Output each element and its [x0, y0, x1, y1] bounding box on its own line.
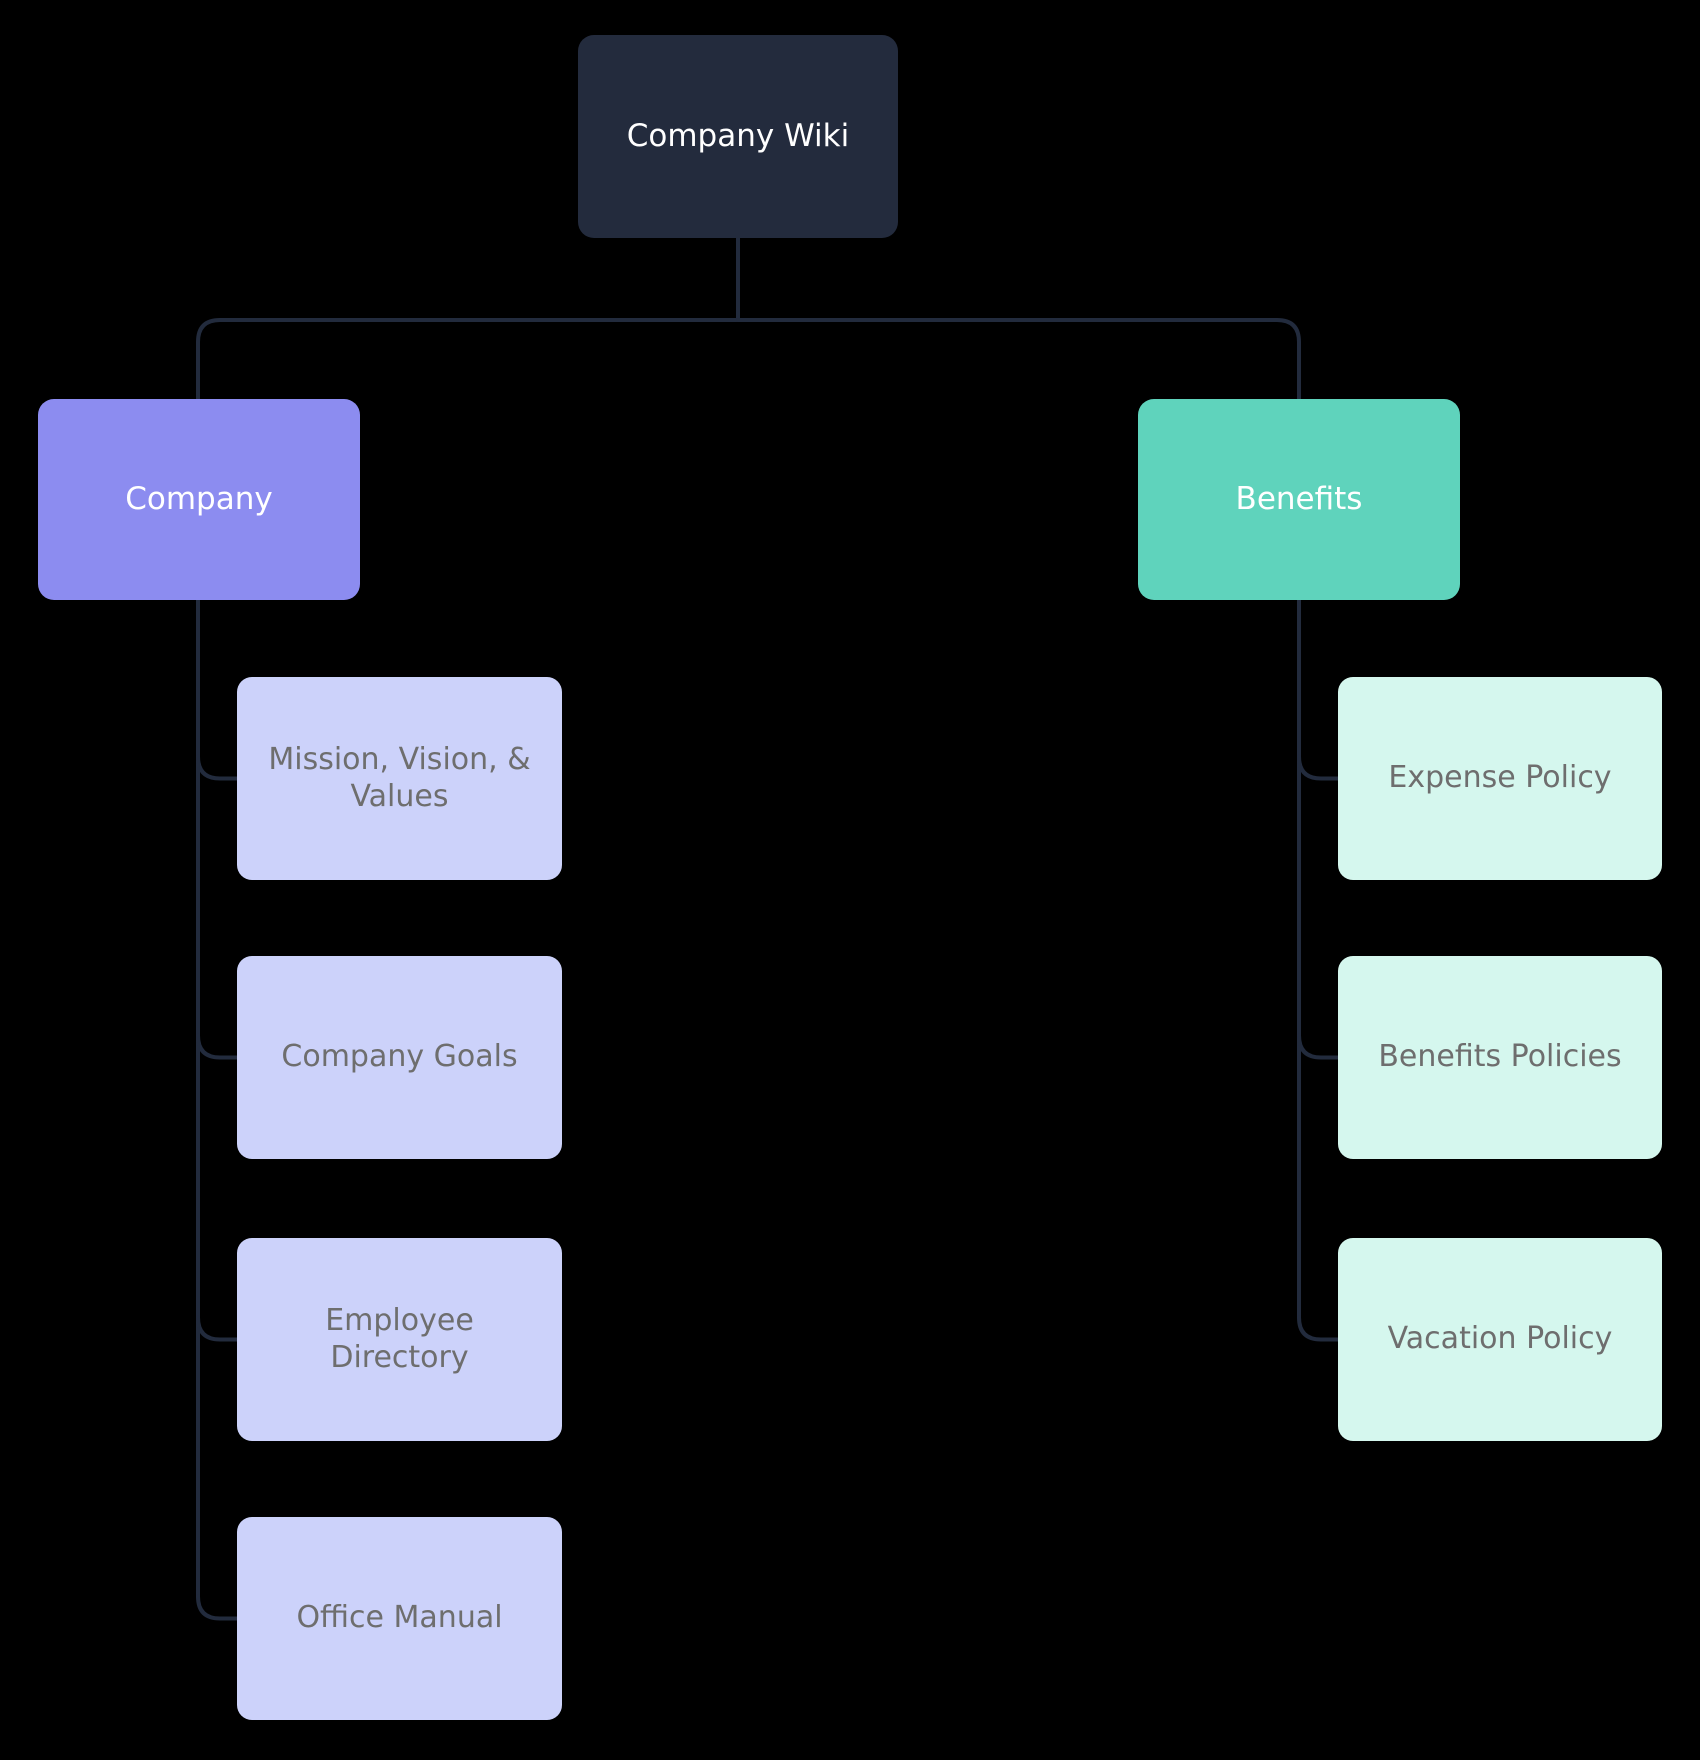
- edge-benefits-to-expense-policy: [1297, 754, 1340, 781]
- edge-company-to-company-goals: [196, 1033, 239, 1060]
- edge-company-to-employee-directory: [196, 1315, 239, 1342]
- node-branch-benefits-label: Benefits: [1235, 480, 1363, 517]
- node-leaf-employee-directory[interactable]: Employee Directory: [237, 1238, 562, 1441]
- edge-company-to-office-manual: [196, 1594, 239, 1621]
- edge-benefits-to-benefits-policies: [1297, 1033, 1340, 1060]
- node-leaf-office-manual[interactable]: Office Manual: [237, 1517, 562, 1720]
- node-leaf-vacation-policy[interactable]: Vacation Policy: [1338, 1238, 1662, 1441]
- node-leaf-benefits-policies-label: Benefits Policies: [1378, 1039, 1622, 1075]
- node-root-company-wiki[interactable]: Company Wiki: [578, 35, 898, 238]
- node-leaf-office-manual-label: Office Manual: [296, 1600, 503, 1636]
- node-leaf-vacation-policy-label: Vacation Policy: [1387, 1321, 1613, 1357]
- node-leaf-company-goals[interactable]: Company Goals: [237, 956, 562, 1159]
- node-leaf-mission-vision-values-label: Mission, Vision, & Values: [268, 741, 531, 814]
- node-leaf-expense-policy[interactable]: Expense Policy: [1338, 677, 1662, 880]
- edge-layer: [196, 236, 1340, 1621]
- edge-benefits-to-vacation-policy: [1297, 1315, 1340, 1342]
- node-leaf-benefits-policies[interactable]: Benefits Policies: [1338, 956, 1662, 1159]
- node-leaf-expense-policy-label: Expense Policy: [1388, 760, 1612, 796]
- node-leaf-company-goals-label: Company Goals: [281, 1039, 518, 1075]
- node-root-company-wiki-label: Company Wiki: [626, 117, 850, 154]
- node-leaf-mission-vision-values[interactable]: Mission, Vision, & Values: [237, 677, 562, 880]
- node-branch-benefits[interactable]: Benefits: [1138, 399, 1460, 600]
- edge-root-to-company: [196, 318, 740, 401]
- edge-root-to-benefits: [736, 318, 1301, 401]
- diagram-canvas: Company Wiki Company Mission, Vision, & Va…: [0, 0, 1700, 1760]
- node-branch-company[interactable]: Company: [38, 399, 360, 600]
- node-leaf-employee-directory-label: Employee Directory: [325, 1302, 474, 1375]
- edge-company-to-mission-vision-values: [196, 754, 239, 781]
- node-branch-company-label: Company: [125, 480, 273, 517]
